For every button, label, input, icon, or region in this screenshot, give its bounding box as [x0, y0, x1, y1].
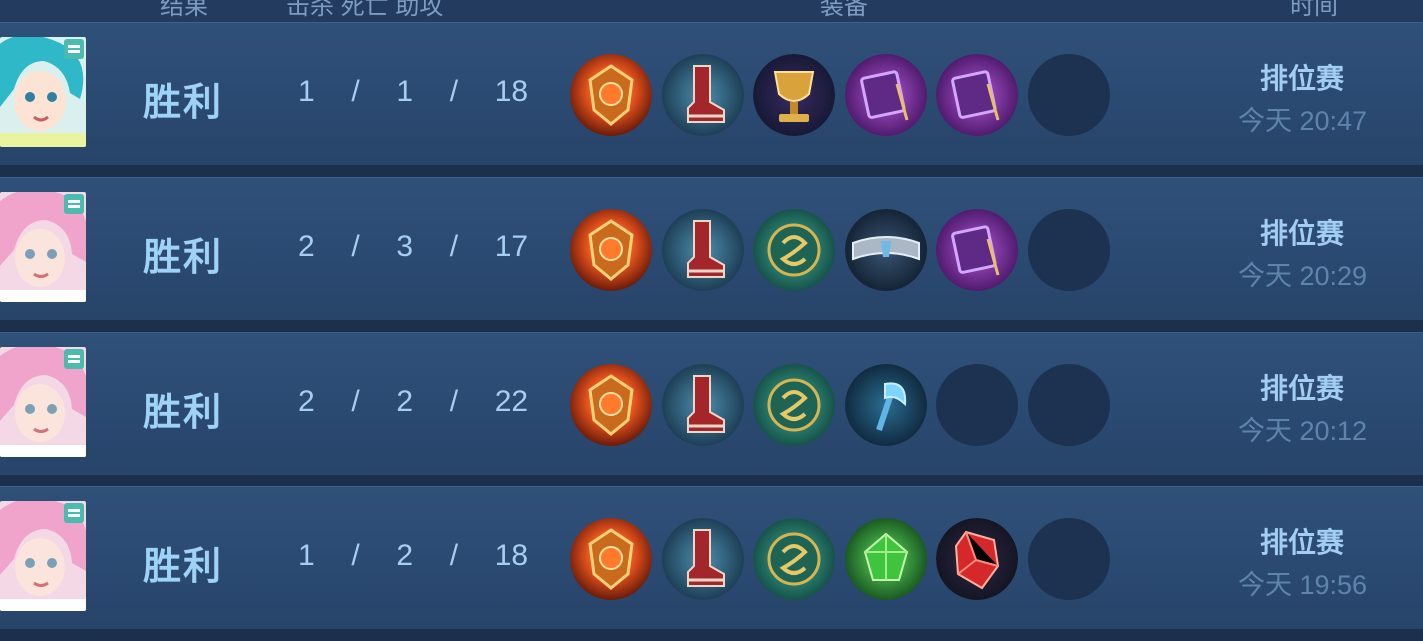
match-row[interactable]: 胜利 1 / 2 / 18 排位赛今天 19:56 — [0, 486, 1423, 629]
hero-portrait-pink-hair — [0, 501, 86, 611]
empty-slot — [936, 364, 1018, 446]
match-time: 今天 20:47 — [1238, 106, 1368, 136]
fire-medallion-icon[interactable] — [570, 54, 652, 136]
rank-badge-icon — [64, 349, 84, 369]
empty-slot — [1027, 518, 1110, 600]
row-divider — [0, 629, 1423, 641]
fire-medallion-icon[interactable] — [570, 209, 652, 291]
match-result: 胜利 — [143, 237, 224, 279]
green-serpent-icon[interactable] — [753, 518, 835, 600]
match-row[interactable]: 胜利 2 / 2 / 22 排位赛今天 20:12 — [0, 332, 1423, 475]
rank-badge-icon — [64, 39, 84, 59]
ice-scepter-icon[interactable] — [844, 364, 927, 446]
match-mode: 排位赛 — [1260, 63, 1345, 94]
rank-badge-icon — [64, 194, 84, 214]
red-boots-icon[interactable] — [661, 54, 744, 136]
match-time: 今天 20:12 — [1238, 416, 1368, 446]
match-mode: 排位赛 — [1260, 218, 1345, 249]
match-row[interactable]: 胜利 1 / 1 / 18 排位赛今天 20:47 — [0, 22, 1423, 165]
match-time: 今天 19:56 — [1238, 570, 1368, 600]
hero-portrait-teal-hair — [0, 37, 86, 147]
purple-tome-icon[interactable] — [936, 54, 1018, 136]
header-time: 时间 — [1290, 0, 1338, 20]
fire-medallion-icon[interactable] — [570, 364, 652, 446]
fire-medallion-icon[interactable] — [570, 518, 652, 600]
red-crystal-icon[interactable] — [936, 518, 1018, 600]
green-gem-icon[interactable] — [844, 518, 927, 600]
empty-slot — [1027, 364, 1110, 446]
header-kda: 击杀 死亡 助攻 — [286, 0, 444, 20]
green-serpent-icon[interactable] — [753, 364, 835, 446]
rank-badge-icon — [64, 503, 84, 523]
header-result: 结果 — [160, 0, 208, 20]
hero-portrait-pink-hair — [0, 192, 86, 302]
match-result: 胜利 — [143, 546, 224, 588]
row-divider — [0, 320, 1423, 332]
match-mode: 排位赛 — [1260, 373, 1345, 404]
hero-portrait-pink-hair — [0, 347, 86, 457]
kda-score: 2 / 3 / 17 — [298, 230, 529, 263]
header-items: 装备 — [820, 0, 868, 20]
empty-slot — [1027, 54, 1110, 136]
match-mode: 排位赛 — [1260, 527, 1345, 558]
green-serpent-icon[interactable] — [753, 209, 835, 291]
row-divider — [0, 165, 1423, 177]
empty-slot — [1027, 209, 1110, 291]
match-result: 胜利 — [143, 82, 224, 124]
golden-chalice-icon[interactable] — [753, 54, 835, 136]
red-boots-icon[interactable] — [661, 364, 744, 446]
kda-score: 1 / 2 / 18 — [298, 539, 529, 572]
red-boots-icon[interactable] — [661, 209, 744, 291]
match-time: 今天 20:29 — [1238, 261, 1368, 291]
red-boots-icon[interactable] — [661, 518, 744, 600]
purple-tome-icon[interactable] — [936, 209, 1018, 291]
silver-bracer-icon[interactable] — [844, 209, 927, 291]
kda-score: 1 / 1 / 18 — [298, 75, 529, 108]
match-row[interactable]: 胜利 2 / 3 / 17 排位赛今天 20:29 — [0, 177, 1423, 320]
purple-tome-icon[interactable] — [844, 54, 927, 136]
match-result: 胜利 — [143, 392, 224, 434]
table-header: 结果 击杀 死亡 助攻 装备 时间 — [0, 0, 1423, 22]
kda-score: 2 / 2 / 22 — [298, 385, 529, 418]
